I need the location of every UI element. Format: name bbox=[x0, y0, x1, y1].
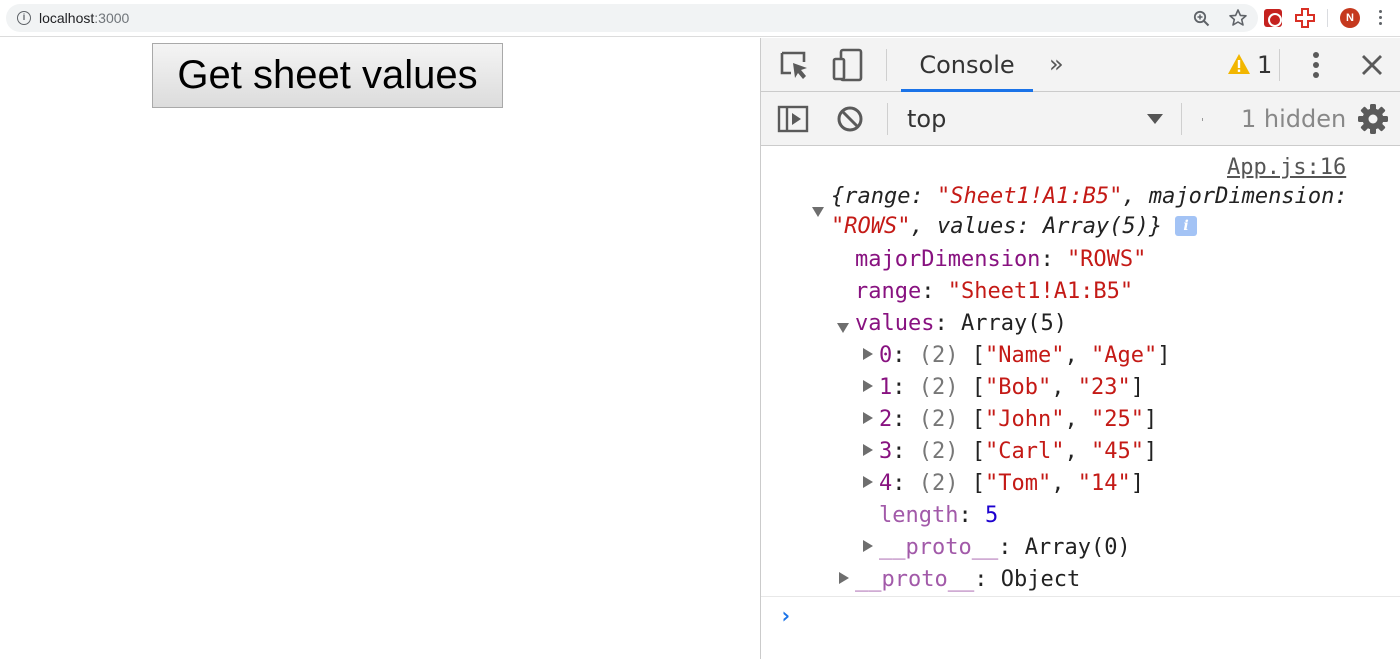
source-link[interactable]: App.js:16 bbox=[1227, 154, 1346, 182]
url-text[interactable]: localhost:3000 bbox=[39, 10, 129, 26]
expand-arrow-icon[interactable] bbox=[812, 207, 824, 217]
tabbar-divider bbox=[1279, 49, 1280, 81]
collapse-arrow-icon[interactable] bbox=[863, 444, 873, 456]
zoom-icon[interactable] bbox=[1193, 10, 1210, 27]
browser-toolbar: i localhost:3000 N bbox=[0, 0, 1400, 37]
warning-icon[interactable] bbox=[1227, 53, 1251, 75]
extension-cross-icon[interactable] bbox=[1295, 8, 1315, 28]
get-sheet-values-button[interactable]: Get sheet values bbox=[152, 43, 503, 108]
prompt-chevron-icon: › bbox=[779, 604, 793, 629]
filter-input[interactable] bbox=[1202, 118, 1203, 121]
values-row[interactable]: 1: (2) ["Bob", "23"] bbox=[879, 372, 1144, 404]
prop-array-proto[interactable]: __proto__: Array(0) bbox=[879, 532, 1131, 564]
more-tabs-icon[interactable]: » bbox=[1049, 49, 1064, 79]
object-summary-cont[interactable]: "ROWS", values: Array(5)} bbox=[831, 211, 1162, 243]
prop-major-dimension: majorDimension: "ROWS" bbox=[855, 247, 1147, 272]
prop-range: range: "Sheet1!A1:B5" bbox=[855, 279, 1134, 304]
object-summary[interactable]: {range: "Sheet1!A1:B5", majorDimension: bbox=[831, 181, 1348, 213]
sidebar-toggle-icon[interactable] bbox=[777, 105, 809, 133]
prop-object-proto[interactable]: __proto__: Object bbox=[855, 564, 1080, 596]
values-row[interactable]: 2: (2) ["John", "25"] bbox=[879, 404, 1157, 436]
toolbar-divider bbox=[1181, 103, 1182, 135]
console-output: App.js:16 {range: "Sheet1!A1:B5", majorD… bbox=[761, 146, 1400, 659]
site-info-icon[interactable]: i bbox=[17, 11, 31, 25]
tab-console[interactable]: Console bbox=[901, 38, 1033, 92]
values-row[interactable]: 0: (2) ["Name", "Age"] bbox=[879, 340, 1170, 372]
info-badge-icon[interactable]: i bbox=[1175, 216, 1197, 236]
context-selector[interactable]: top bbox=[907, 92, 1167, 146]
bookmark-star-icon[interactable] bbox=[1228, 8, 1248, 28]
inspect-element-icon[interactable] bbox=[779, 50, 811, 82]
collapse-arrow-icon[interactable] bbox=[839, 572, 849, 584]
tabbar-divider bbox=[886, 49, 887, 81]
prop-length: length: 5 bbox=[879, 503, 999, 528]
url-host: localhost bbox=[39, 10, 95, 26]
url-port: :3000 bbox=[94, 10, 130, 26]
toolbar-divider bbox=[887, 103, 888, 135]
warning-count[interactable]: 1 bbox=[1257, 38, 1272, 92]
collapse-arrow-icon[interactable] bbox=[863, 540, 873, 552]
settings-gear-icon[interactable] bbox=[1357, 103, 1389, 135]
profile-avatar[interactable]: N bbox=[1340, 8, 1360, 28]
clear-console-icon[interactable] bbox=[836, 105, 864, 133]
collapse-arrow-icon[interactable] bbox=[863, 476, 873, 488]
collapse-arrow-icon[interactable] bbox=[863, 412, 873, 424]
page-viewport: Get sheet values bbox=[0, 38, 760, 659]
browser-menu-icon[interactable] bbox=[1375, 9, 1385, 27]
values-row[interactable]: 4: (2) ["Tom", "14"] bbox=[879, 468, 1144, 500]
toolbar-divider bbox=[1327, 9, 1328, 27]
console-toolbar: top 1 hidden bbox=[761, 92, 1400, 146]
close-icon[interactable] bbox=[1361, 54, 1383, 76]
address-bar[interactable]: i localhost:3000 bbox=[6, 4, 1258, 32]
hidden-messages-count[interactable]: 1 hidden bbox=[1241, 92, 1346, 146]
dropdown-caret-icon bbox=[1147, 114, 1163, 124]
collapse-arrow-icon[interactable] bbox=[863, 348, 873, 360]
devtools-tabbar: Console » 1 bbox=[761, 38, 1400, 92]
devtools-panel: Console » 1 top 1 hidden App.js:16 {rang… bbox=[760, 38, 1400, 659]
collapse-arrow-icon[interactable] bbox=[863, 380, 873, 392]
prop-values[interactable]: values: Array(5) bbox=[855, 308, 1067, 340]
device-toolbar-icon[interactable] bbox=[831, 47, 865, 83]
values-row[interactable]: 3: (2) ["Carl", "45"] bbox=[879, 436, 1157, 468]
devtools-menu-icon[interactable] bbox=[1311, 51, 1321, 79]
context-value: top bbox=[907, 105, 947, 133]
expand-arrow-icon[interactable] bbox=[837, 323, 849, 333]
extension-icon[interactable] bbox=[1264, 9, 1282, 27]
console-input[interactable]: › bbox=[761, 596, 1400, 659]
